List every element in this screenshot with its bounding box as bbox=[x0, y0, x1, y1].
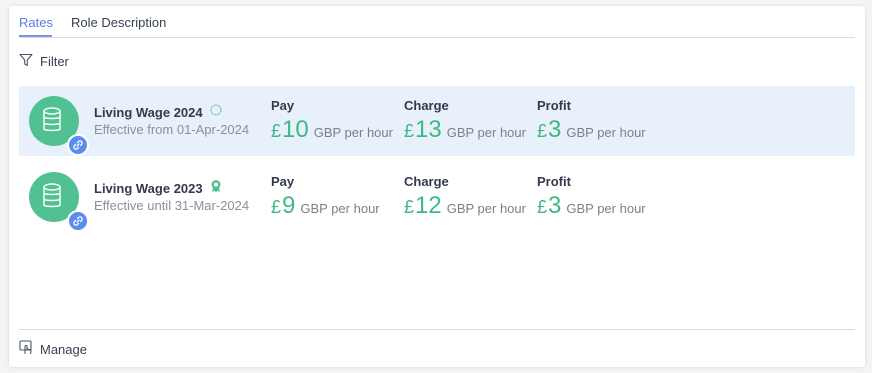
coins-stack-icon bbox=[43, 107, 61, 132]
pay-unit: GBP per hour bbox=[300, 201, 380, 216]
profit-amount: 3 bbox=[548, 192, 562, 219]
filter-icon bbox=[19, 53, 33, 70]
pay-label: Pay bbox=[271, 174, 295, 189]
award-ribbon-icon bbox=[209, 179, 223, 198]
pay-amount: 10 bbox=[282, 116, 309, 143]
rate-effective-date: Effective from 01-Apr-2024 bbox=[94, 122, 250, 137]
rate-effective-date: Effective until 31-Mar-2024 bbox=[94, 198, 250, 213]
profit-label: Profit bbox=[537, 98, 571, 113]
profit-unit: GBP per hour bbox=[566, 201, 646, 216]
charge-unit: GBP per hour bbox=[446, 201, 526, 216]
rate-avatar bbox=[29, 172, 89, 232]
link-icon bbox=[73, 140, 83, 150]
rate-title: Living Wage 2023 bbox=[94, 181, 203, 196]
filter-label: Filter bbox=[40, 54, 69, 69]
charge-metric: Charge £ 13 GBP per hour bbox=[404, 98, 526, 144]
charge-label: Charge bbox=[404, 174, 449, 189]
filter-button[interactable]: Filter bbox=[19, 53, 69, 70]
pay-unit: GBP per hour bbox=[313, 125, 393, 140]
currency-symbol: £ bbox=[537, 197, 548, 217]
coins-stack-icon bbox=[43, 183, 61, 208]
rate-row-living-wage-2023[interactable]: Living Wage 2023 Effective until 31-Mar-… bbox=[19, 162, 855, 232]
profit-metric: Profit £ 3 GBP per hour bbox=[537, 98, 646, 144]
profit-label: Profit bbox=[537, 174, 571, 189]
pay-metric: Pay £ 10 GBP per hour bbox=[271, 98, 393, 144]
currency-symbol: £ bbox=[271, 121, 282, 141]
manage-label: Manage bbox=[40, 341, 87, 357]
rate-row-living-wage-2024[interactable]: Living Wage 2024 Effective from 01-Apr-2… bbox=[19, 86, 855, 156]
profit-metric: Profit £ 3 GBP per hour bbox=[537, 174, 646, 220]
pay-label: Pay bbox=[271, 98, 295, 113]
footer-divider bbox=[19, 329, 855, 330]
tab-rates[interactable]: Rates bbox=[19, 15, 53, 30]
rate-list: Living Wage 2024 Effective from 01-Apr-2… bbox=[19, 86, 855, 238]
charge-label: Charge bbox=[404, 98, 449, 113]
charge-amount: 12 bbox=[415, 192, 442, 219]
link-badge[interactable] bbox=[67, 210, 89, 232]
pay-metric: Pay £ 9 GBP per hour bbox=[271, 174, 380, 220]
tab-bar: Rates Role Description bbox=[19, 6, 855, 38]
profit-unit: GBP per hour bbox=[566, 125, 646, 140]
currency-symbol: £ bbox=[271, 197, 282, 217]
pending-cycle-icon bbox=[209, 103, 223, 122]
manage-hand-icon bbox=[19, 340, 34, 358]
tab-role-description[interactable]: Role Description bbox=[71, 15, 166, 30]
active-tab-indicator bbox=[19, 35, 52, 37]
link-icon bbox=[73, 216, 83, 226]
rate-title: Living Wage 2024 bbox=[94, 105, 203, 120]
profit-amount: 3 bbox=[548, 116, 562, 143]
rates-panel: Rates Role Description Filter Living Wag… bbox=[9, 6, 865, 367]
charge-amount: 13 bbox=[415, 116, 442, 143]
charge-metric: Charge £ 12 GBP per hour bbox=[404, 174, 526, 220]
pay-amount: 9 bbox=[282, 192, 296, 219]
rate-avatar bbox=[29, 96, 89, 156]
manage-button[interactable]: Manage bbox=[19, 340, 87, 358]
currency-symbol: £ bbox=[404, 197, 415, 217]
charge-unit: GBP per hour bbox=[446, 125, 526, 140]
currency-symbol: £ bbox=[537, 121, 548, 141]
link-badge[interactable] bbox=[67, 134, 89, 156]
currency-symbol: £ bbox=[404, 121, 415, 141]
